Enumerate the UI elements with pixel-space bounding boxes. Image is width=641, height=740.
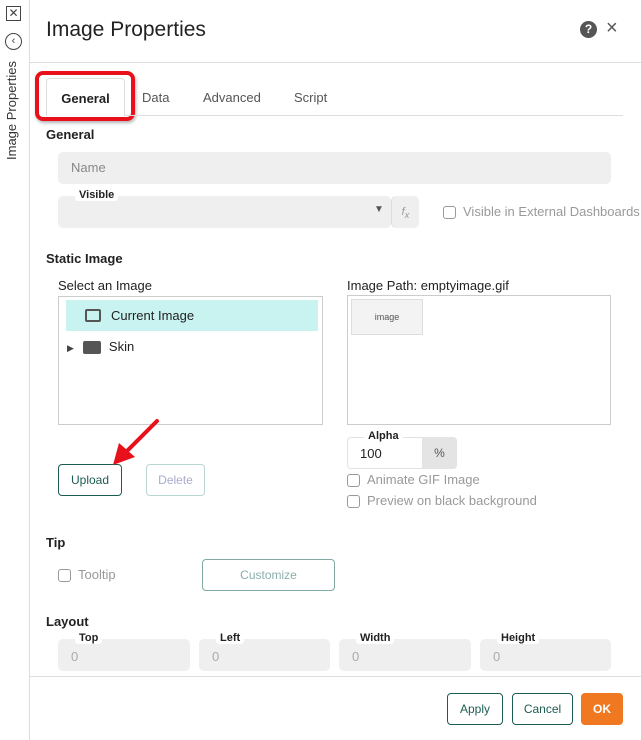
tooltip-checkbox[interactable]: Tooltip (58, 567, 116, 583)
sidebar-label: Image Properties (4, 61, 19, 160)
customize-button[interactable]: Customize (202, 559, 335, 591)
collapsed-sidebar: ✕ ‹ Image Properties (0, 0, 30, 740)
top-label: Top (75, 632, 103, 644)
tree-item-skin[interactable]: ▶ Skin (67, 335, 134, 360)
dialog-title: Image Properties (46, 18, 206, 41)
layout-heading: Layout (46, 614, 89, 629)
expand-arrow-icon[interactable]: ▶ (67, 343, 74, 353)
black-bg-label: Preview on black background (367, 493, 537, 508)
ok-button[interactable]: OK (581, 693, 623, 725)
tab-advanced[interactable]: Advanced (203, 90, 261, 105)
animate-label: Animate GIF Image (367, 472, 480, 487)
tooltip-label: Tooltip (78, 567, 116, 582)
image-preview: image (347, 295, 611, 425)
formula-icon[interactable]: fx (391, 196, 419, 228)
cancel-button[interactable]: Cancel (512, 693, 573, 725)
visible-label: Visible (75, 189, 119, 201)
width-label: Width (356, 632, 395, 644)
alpha-unit: % (422, 437, 457, 469)
tab-data[interactable]: Data (142, 90, 169, 105)
external-label: Visible in External Dashboards (463, 204, 640, 219)
general-heading: General (46, 127, 95, 142)
alpha-value: 100 (360, 446, 382, 461)
folder-icon (82, 341, 101, 355)
select-image-label: Select an Image (58, 278, 152, 293)
close-panel-icon[interactable]: ✕ (6, 6, 21, 21)
static-image-heading: Static Image (46, 251, 123, 266)
animate-gif-checkbox[interactable]: Animate GIF Image (347, 472, 480, 488)
left-label: Left (216, 632, 245, 644)
alpha-label: Alpha (364, 430, 403, 442)
dropdown-arrow-icon[interactable]: ▼ (374, 204, 384, 215)
highlight-box (35, 71, 135, 121)
tree-label: Skin (108, 339, 135, 354)
tab-script[interactable]: Script (294, 90, 327, 105)
tree-label: Current Image (111, 308, 195, 323)
name-placeholder: Name (71, 160, 106, 175)
collapse-icon[interactable]: ‹ (5, 33, 22, 50)
red-arrow-annotation (113, 419, 159, 465)
name-input[interactable]: Name (58, 152, 611, 184)
image-path-label: Image Path: emptyimage.gif (347, 278, 509, 293)
tip-heading: Tip (46, 535, 66, 550)
close-icon[interactable]: × (606, 17, 618, 40)
black-background-checkbox[interactable]: Preview on black background (347, 493, 537, 509)
tree-item-current-image[interactable]: Current Image (66, 300, 318, 331)
help-icon[interactable]: ? (580, 21, 597, 38)
external-dashboards-checkbox[interactable]: Visible in External Dashboards (443, 204, 640, 220)
image-icon (85, 309, 101, 322)
apply-button[interactable]: Apply (447, 693, 503, 725)
height-label: Height (497, 632, 540, 644)
image-tree: Current Image ▶ Skin (58, 296, 323, 425)
preview-thumbnail: image (351, 299, 423, 335)
